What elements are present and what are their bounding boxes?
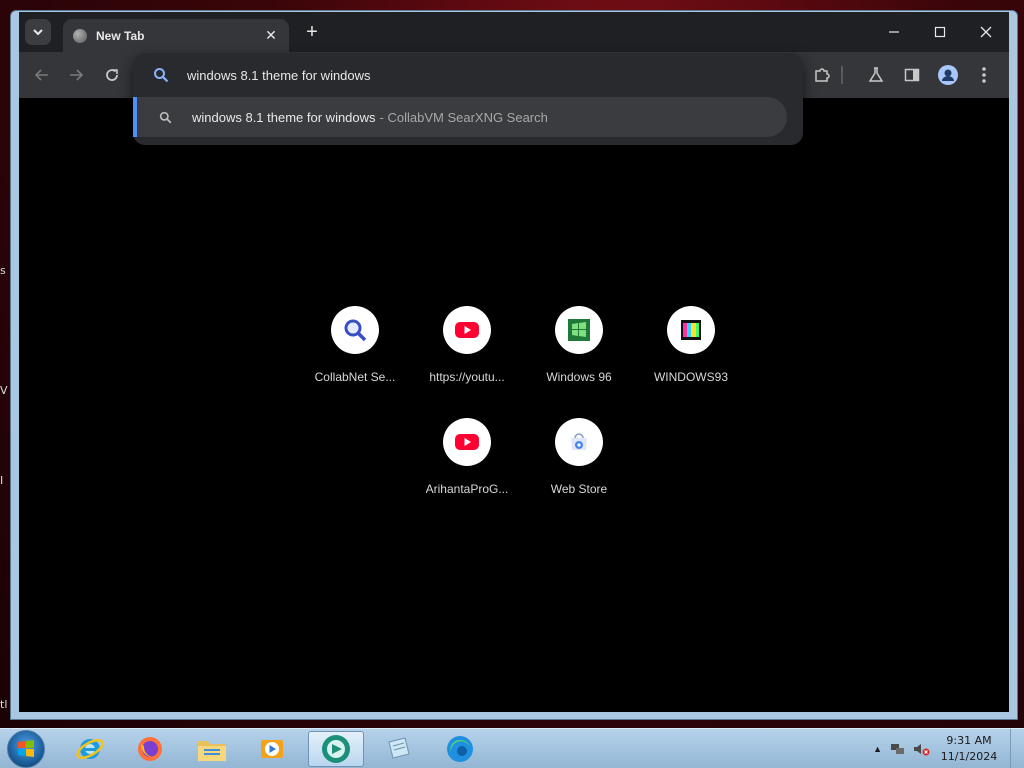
volume-muted-icon[interactable]	[912, 741, 930, 757]
toolbar-divider	[841, 66, 843, 84]
title-bar: New Tab ✕ +	[19, 12, 1009, 52]
taskbar-media-player[interactable]	[244, 731, 300, 767]
omnibox-suggestion[interactable]: windows 8.1 theme for windows - CollabVM…	[133, 97, 787, 137]
notepad-icon	[388, 737, 410, 759]
omnibox-dropdown: windows 8.1 theme for windows windows 8.…	[133, 53, 803, 145]
internet-explorer-icon	[76, 739, 104, 759]
desktop-edge-text: I	[0, 474, 4, 487]
tab-new-tab[interactable]: New Tab ✕	[63, 19, 289, 52]
shortcut-label: CollabNet Se...	[314, 370, 396, 384]
tab-title: New Tab	[96, 28, 145, 43]
windows93-icon	[681, 320, 701, 340]
tab-search-button[interactable]	[25, 19, 51, 45]
extensions-button[interactable]	[811, 64, 833, 86]
taskbar-firefox[interactable]	[122, 731, 178, 767]
firefox-icon	[138, 737, 162, 761]
windows96-icon	[568, 319, 590, 341]
shortcut-web-store[interactable]: Web Store	[523, 410, 635, 514]
taskbar-internet-explorer[interactable]	[62, 731, 118, 767]
suggestion-source: - CollabVM SearXNG Search	[379, 109, 548, 125]
youtube-icon	[455, 322, 479, 338]
address-bar[interactable]: windows 8.1 theme for windows	[133, 53, 803, 97]
edge-icon	[447, 736, 473, 762]
close-tab-icon[interactable]: ✕	[263, 27, 279, 44]
window-controls	[871, 12, 1009, 52]
extensions-icon	[815, 68, 830, 82]
magnifier-icon	[344, 319, 367, 342]
maximize-icon	[934, 26, 946, 38]
search-icon	[154, 68, 169, 83]
start-button[interactable]	[7, 730, 45, 768]
shortcut-label: Web Store	[550, 482, 608, 496]
menu-icon	[982, 67, 986, 83]
shortcut-label: Windows 96	[546, 370, 612, 384]
minimize-icon	[889, 31, 899, 33]
taskbar-file-explorer[interactable]	[184, 731, 240, 767]
shortcut-label: ArihantaProG...	[425, 482, 509, 496]
chrome-like-icon	[322, 735, 350, 763]
labs-icon	[868, 67, 884, 82]
side-panel-icon	[904, 68, 920, 82]
reload-icon	[106, 69, 118, 81]
forward-icon	[70, 69, 84, 81]
taskbar-notepad[interactable]	[370, 731, 426, 767]
browser-window: New Tab ✕ + windows 8.1 theme for window…	[10, 10, 1018, 720]
network-icon[interactable]	[890, 741, 906, 757]
system-tray: ▲ 9:31 AM 11/1/2024	[873, 729, 1024, 768]
windows-logo-icon	[18, 740, 34, 757]
side-panel-button[interactable]	[901, 64, 923, 86]
shortcut-label: WINDOWS93	[653, 370, 728, 384]
close-icon	[980, 26, 992, 38]
taskbar-edge[interactable]	[432, 731, 488, 767]
suggestion-text: windows 8.1 theme for windows	[192, 109, 376, 125]
address-bar-input[interactable]: windows 8.1 theme for windows	[187, 68, 371, 83]
close-window-button[interactable]	[963, 12, 1009, 52]
desktop-edge-text: V	[0, 384, 8, 397]
clock-date: 11/1/2024	[940, 750, 998, 763]
forward-button[interactable]	[65, 64, 87, 86]
browser-frame: New Tab ✕ + windows 8.1 theme for window…	[19, 12, 1009, 712]
file-explorer-icon	[198, 741, 226, 761]
shortcut-youtube[interactable]: https://youtu...	[411, 298, 523, 402]
media-player-icon	[261, 740, 283, 758]
menu-button[interactable]	[973, 64, 995, 86]
maximize-button[interactable]	[917, 12, 963, 52]
new-tab-button[interactable]: +	[301, 22, 323, 44]
shortcut-arihantaprog[interactable]: ArihantaProG...	[411, 410, 523, 514]
show-desktop-button[interactable]	[1010, 729, 1024, 768]
taskbar-browser-active[interactable]	[308, 731, 364, 767]
shortcut-label: https://youtu...	[429, 370, 505, 384]
shortcut-collabnet[interactable]: CollabNet Se...	[299, 298, 411, 402]
desktop-edge-text: s	[0, 264, 6, 277]
chevron-down-icon	[33, 29, 43, 36]
desktop-edge-text: tl	[0, 698, 8, 711]
globe-icon	[73, 28, 87, 43]
minimize-button[interactable]	[871, 12, 917, 52]
profile-button[interactable]	[937, 64, 959, 86]
shortcut-windows93[interactable]: WINDOWS93	[635, 298, 747, 402]
back-button[interactable]	[31, 64, 53, 86]
profile-icon	[938, 65, 958, 85]
webstore-icon	[571, 433, 587, 450]
clock[interactable]: 9:31 AM 11/1/2024	[934, 733, 1004, 765]
reload-button[interactable]	[101, 64, 123, 86]
shortcut-windows96[interactable]: Windows 96	[523, 298, 635, 402]
shortcuts-grid: CollabNet Se... https://youtu... Windows…	[299, 298, 747, 514]
taskbar: ▲ 9:31 AM 11/1/2024	[0, 728, 1024, 768]
back-icon	[34, 69, 48, 81]
clock-time: 9:31 AM	[946, 734, 992, 747]
youtube-icon	[455, 434, 479, 450]
show-hidden-icons-icon[interactable]: ▲	[873, 744, 882, 754]
search-icon	[159, 111, 172, 123]
labs-button[interactable]	[865, 64, 887, 86]
